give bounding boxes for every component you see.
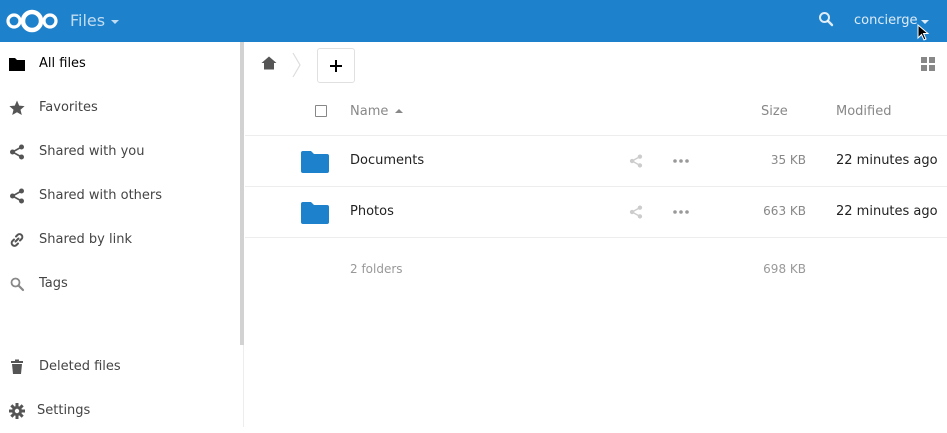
summary-size: 698 KB [763, 262, 806, 276]
gear-icon [9, 403, 25, 419]
file-list: Name Size Modified Documents 35 KB 22 mi… [245, 90, 947, 298]
folder-icon [301, 151, 329, 177]
share-icon [9, 188, 25, 204]
file-name[interactable]: Photos [350, 204, 394, 219]
share-icon[interactable] [629, 154, 643, 172]
new-button[interactable] [317, 48, 355, 83]
sidebar-item-label: Deleted files [39, 359, 121, 374]
folder-icon [9, 56, 25, 72]
file-size: 35 KB [770, 153, 806, 167]
sidebar-item-deleted-files[interactable]: Deleted files [0, 345, 240, 389]
chevron-down-icon [921, 19, 930, 24]
grid-view-icon[interactable] [921, 57, 935, 75]
sidebar-item-shared-by-link[interactable]: Shared by link [0, 218, 240, 262]
sidebar-item-tags[interactable]: Tags [0, 262, 240, 306]
home-icon[interactable] [261, 56, 277, 74]
sidebar-item-shared-with-others[interactable]: Shared with others [0, 174, 240, 218]
app-header: Files concierge [0, 0, 947, 42]
file-name[interactable]: Documents [350, 153, 424, 168]
modified-column-header[interactable]: Modified [836, 104, 891, 119]
user-name: concierge [854, 13, 918, 28]
file-modified: 22 minutes ago [836, 153, 938, 168]
star-icon [9, 100, 25, 116]
sidebar-item-label: Settings [37, 403, 91, 418]
sort-ascending-icon [395, 108, 404, 113]
folder-icon [301, 202, 329, 228]
app-navigation: All files Favorites Shared with you Shar… [0, 42, 244, 427]
chevron-down-icon [111, 19, 120, 24]
sidebar-item-label: All files [39, 56, 86, 71]
link-icon [9, 232, 25, 248]
share-icon [9, 144, 25, 160]
file-size: 663 KB [763, 204, 806, 218]
size-column-header[interactable]: Size [761, 104, 788, 119]
controls-bar [245, 42, 947, 90]
column-label: Name [350, 104, 389, 119]
sidebar-item-label: Shared by link [39, 232, 132, 247]
breadcrumb-separator [292, 52, 302, 82]
select-all-checkbox[interactable] [315, 105, 327, 117]
sidebar-item-settings[interactable]: Settings [0, 389, 240, 433]
sidebar-item-favorites[interactable]: Favorites [0, 86, 240, 130]
name-column-header[interactable]: Name [350, 104, 404, 119]
sidebar-item-label: Tags [39, 276, 68, 291]
file-summary: 2 folders 698 KB [245, 238, 947, 298]
search-icon [9, 276, 25, 292]
nextcloud-logo[interactable] [4, 8, 60, 38]
table-row[interactable]: Photos 663 KB 22 minutes ago [245, 187, 947, 238]
table-row[interactable]: Documents 35 KB 22 minutes ago [245, 136, 947, 187]
summary-count: 2 folders [350, 262, 403, 276]
sidebar-item-label: Favorites [39, 100, 98, 115]
file-modified: 22 minutes ago [836, 204, 938, 219]
more-actions-icon[interactable] [673, 205, 689, 223]
app-name-label: Files [70, 11, 106, 30]
more-actions-icon[interactable] [673, 154, 689, 172]
sidebar-item-label: Shared with you [39, 144, 145, 159]
trash-icon [9, 359, 25, 375]
sidebar-item-label: Shared with others [39, 188, 163, 203]
share-icon[interactable] [629, 205, 643, 223]
search-icon[interactable] [818, 11, 834, 31]
sidebar-item-shared-with-you[interactable]: Shared with you [0, 130, 240, 174]
sidebar-scrollbar[interactable] [240, 42, 244, 345]
sidebar-item-all-files[interactable]: All files [0, 42, 240, 86]
app-menu-button[interactable]: Files [70, 11, 120, 30]
table-header: Name Size Modified [245, 90, 947, 136]
plus-icon [330, 59, 342, 72]
